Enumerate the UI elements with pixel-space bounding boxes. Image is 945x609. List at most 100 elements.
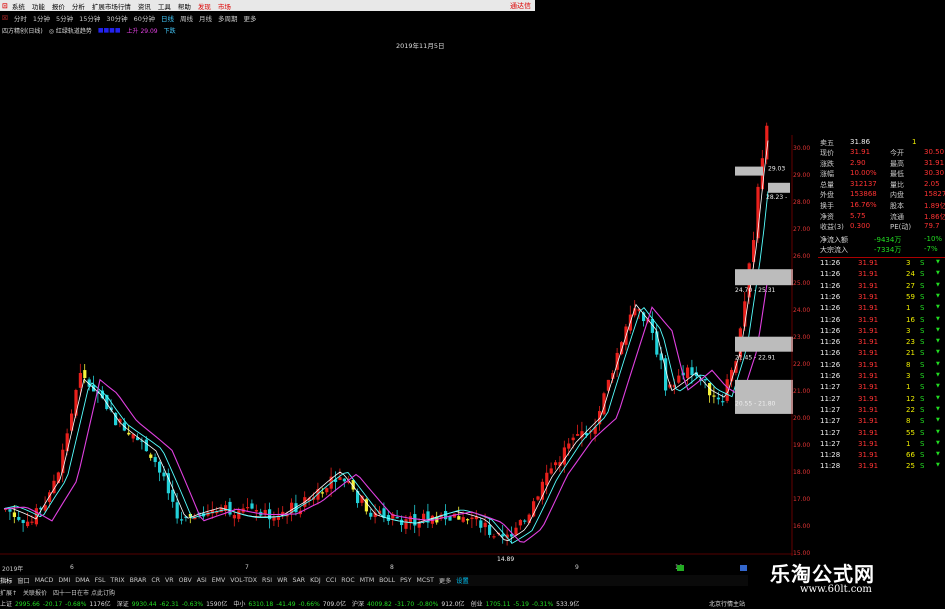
menu-item-help[interactable]: 帮助 (178, 1, 191, 11)
tick-side: S (920, 304, 925, 313)
tick-time: 11:26 (820, 281, 841, 290)
quote-value: 153868 (850, 190, 877, 199)
tick-volume: 16 (906, 315, 915, 324)
candle-body (369, 512, 373, 517)
indicator-tab-brar[interactable]: BRAR (130, 577, 147, 584)
index-quote[interactable]: 深证 9930.44 -62.31 -0.63% 1590亿 (117, 599, 231, 608)
tick-time: 11:26 (820, 270, 841, 279)
quote-row: 涨跌 2.90 最高 31.91 (820, 159, 944, 169)
candle-body (554, 462, 558, 466)
indicator-tab-rsi[interactable]: RSI (262, 577, 272, 584)
tick-arrow-icon: ▼ (936, 394, 940, 401)
zone-label: 28.23 - (766, 194, 787, 201)
menu-item-tools[interactable]: 工具 (158, 1, 171, 11)
candle-body (162, 472, 166, 477)
period-tab-timeshare[interactable]: 分时 (14, 13, 27, 23)
tick-time: 11:28 (820, 451, 841, 460)
index-quote[interactable]: 沪深 4009.82 -31.70 -0.80% 912.0亿 (352, 599, 468, 608)
indicator-tab-roc[interactable]: ROC (341, 577, 355, 584)
indicator-tab-cr[interactable]: CR (151, 577, 160, 584)
indicator-tab-obv[interactable]: OBV (179, 577, 192, 584)
menu-item-discover[interactable]: 发现 (198, 1, 211, 11)
quote-value: 5.75 (850, 211, 866, 220)
watermark-title: 乐淘公式网 (770, 562, 875, 586)
period-tab-multi[interactable]: 多周期 (218, 13, 238, 23)
indicator-tab-wr[interactable]: WR (277, 577, 287, 584)
menu-item-news[interactable]: 资讯 (138, 1, 151, 11)
price-tick-label: 23.00 (793, 334, 811, 341)
tick-time: 11:26 (820, 304, 841, 313)
period-tab-5min[interactable]: 5分钟 (56, 13, 73, 23)
study-name-label[interactable]: ◎ 红绿轨道趋势 (49, 26, 92, 35)
indicator-tab-指标[interactable]: 指标 (0, 576, 12, 585)
period-toolbar: ☒ 分时 1分钟 5分钟 15分钟 30分钟 60分钟 日线 周线 月线 多周期… (0, 12, 535, 24)
tick-arrow-icon: ▼ (936, 281, 940, 288)
period-tab-30min[interactable]: 30分钟 (106, 13, 127, 23)
menu-item-function[interactable]: 功能 (32, 1, 45, 11)
candle-body (457, 516, 461, 520)
ma-magenta-line (3, 277, 769, 543)
indicator-tab-trix[interactable]: TRIX (110, 577, 124, 584)
indicator-tab-vr[interactable]: VR (165, 577, 174, 584)
menu-item-market[interactable]: 市场 (218, 1, 231, 11)
indicator-tab-boll[interactable]: BOLL (379, 577, 395, 584)
indicator-tab-vol-tdx[interactable]: VOL-TDX (230, 577, 257, 584)
expand-tab[interactable]: 扩展↑ (0, 588, 17, 597)
menu-item-quote[interactable]: 报价 (52, 1, 65, 11)
period-tab-60min[interactable]: 60分钟 (134, 13, 155, 23)
menu-item-extended-market[interactable]: 扩展市场行情 (92, 1, 131, 11)
quote-row: 总量 312137 量比 2.05 (820, 180, 944, 190)
indicator-tab-sar[interactable]: SAR (293, 577, 306, 584)
candle-body (237, 510, 241, 519)
tick-side: S (920, 315, 925, 324)
period-tab-15min[interactable]: 15分钟 (79, 13, 100, 23)
panel-toggle-icon[interactable]: ☒ (2, 14, 8, 22)
index-a: 1176亿 (89, 601, 111, 608)
index-quote[interactable]: 中小 6310.18 -41.49 -0.66% 709.0亿 (233, 599, 349, 608)
tick-arrow-icon: ▼ (936, 326, 940, 333)
quote-volume: 1 (912, 138, 917, 146)
candle-body (342, 478, 346, 482)
quote-value: 31.86 (850, 138, 871, 146)
candle-body (562, 447, 566, 465)
indicator-tab-mcst[interactable]: MCST (417, 577, 434, 584)
indicator-tab-cci[interactable]: CCI (326, 577, 336, 584)
menu-bar: ⊡ 系统 功能 报价 分析 扩展市场行情 资讯 工具 帮助 发现 市场 通达信 (0, 0, 535, 11)
index-quote[interactable]: 创业 1705.11 -5.19 -0.31% 533.9亿 (471, 599, 583, 608)
period-tab-daily[interactable]: 日线 (161, 13, 174, 23)
indicator-tab-emv[interactable]: EMV (212, 577, 225, 584)
related-quote-tab[interactable]: 关联报价 (23, 588, 47, 597)
indicator-tab-mtm[interactable]: MTM (360, 577, 374, 584)
index-quote[interactable]: 上证 2995.66 -20.17 -0.68% 1176亿 (0, 599, 114, 608)
candlestick-chart[interactable]: 29.03 28.23 - 24.70 - 25.31 21.45 - 22.91 20… (0, 35, 793, 563)
period-tab-1min[interactable]: 1分钟 (33, 13, 50, 23)
candle-body (127, 432, 131, 435)
menu-item-system[interactable]: 系统 (12, 1, 25, 11)
tick-row: 11:26 31.91 3 S ▼ (820, 372, 944, 382)
indicator-tab-psy[interactable]: PSY (400, 577, 411, 584)
period-tab-monthly[interactable]: 月线 (199, 13, 212, 23)
period-tab-weekly[interactable]: 周线 (180, 13, 193, 23)
tick-arrow-icon: ▼ (936, 338, 940, 345)
period-tab-more[interactable]: 更多 (243, 13, 256, 23)
indicator-tab-fsl[interactable]: FSL (95, 577, 106, 584)
indicator-tab-macd[interactable]: MACD (35, 577, 54, 584)
date-axis: 2019年678910 (0, 564, 790, 574)
indicator-tab-dma[interactable]: DMA (75, 577, 89, 584)
indicator-tab-设置[interactable]: 设置 (456, 576, 468, 585)
indicator-tab-kdj[interactable]: KDJ (310, 577, 321, 584)
quote-value: 0.300 (850, 222, 871, 231)
subscribe-tab[interactable]: 四十一日在市 点此订购 (53, 588, 115, 597)
app-brand-label: 通达信 (510, 2, 531, 10)
indicator-tab-窗口[interactable]: 窗口 (17, 576, 29, 585)
quote-value-2: -7% (924, 245, 938, 254)
menu-item-analysis[interactable]: 分析 (72, 1, 85, 11)
indicator-tab-更多[interactable]: 更多 (439, 576, 451, 585)
tick-side: S (920, 281, 925, 290)
indicator-tab-asi[interactable]: ASI (197, 577, 207, 584)
quote-value-2: 1.86亿 (924, 212, 945, 221)
candle-body (483, 522, 487, 528)
indicator-tab-dmi[interactable]: DMI (58, 577, 70, 584)
blue-marker-icon (740, 565, 747, 571)
quote-label: 现价 (820, 149, 834, 157)
